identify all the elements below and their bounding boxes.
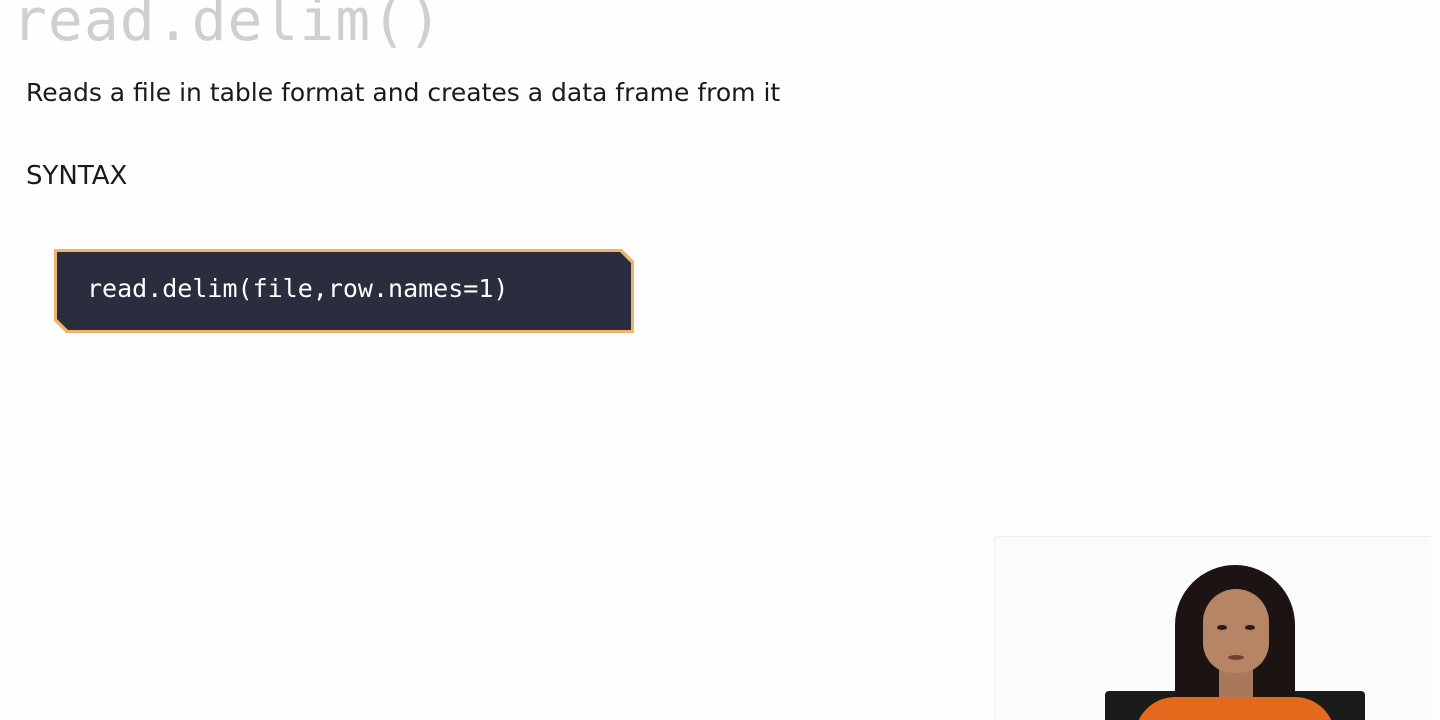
code-snippet: read.delim(file,row.names=1)	[87, 274, 509, 303]
presenter-shirt	[1135, 697, 1335, 720]
right-eye	[1245, 625, 1255, 630]
presenter-video	[994, 536, 1431, 720]
slide-description: Reads a file in table format and creates…	[26, 78, 781, 107]
presenter-face	[1203, 589, 1269, 673]
left-eye	[1217, 625, 1227, 630]
lecture-slide: read.delim() Reads a file in table forma…	[0, 0, 1440, 720]
slide-title: read.delim()	[12, 0, 444, 54]
code-block: read.delim(file,row.names=1)	[54, 249, 634, 333]
code-block-inner: read.delim(file,row.names=1)	[57, 252, 631, 330]
mouth	[1228, 655, 1244, 660]
syntax-heading: SYNTAX	[26, 161, 128, 191]
